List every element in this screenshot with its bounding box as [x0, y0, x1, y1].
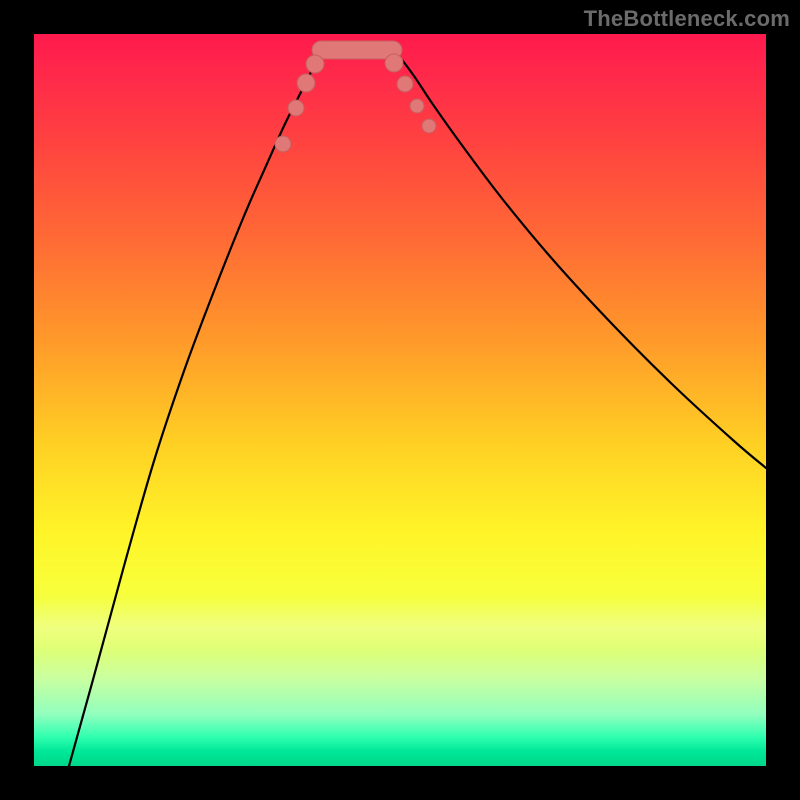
plot-area	[34, 34, 766, 766]
chart-frame: TheBottleneck.com	[0, 0, 800, 800]
watermark-text: TheBottleneck.com	[584, 6, 790, 32]
